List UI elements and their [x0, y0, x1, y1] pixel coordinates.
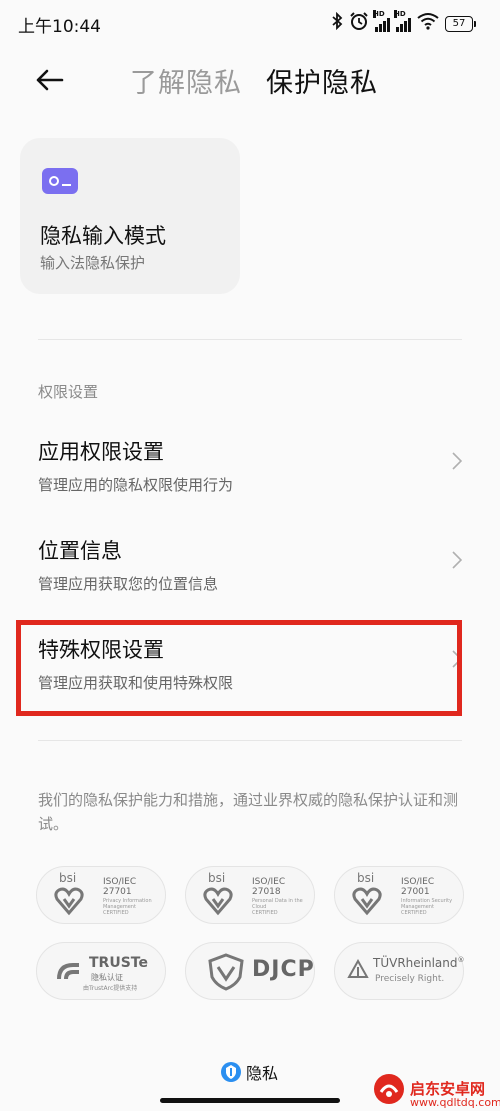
- kitemark-heart-icon: [54, 887, 84, 916]
- cert-badge-djcp: DJCP: [185, 942, 315, 1000]
- card-title: 隐私输入模式: [40, 224, 166, 248]
- truste-name: TRUSTe: [89, 955, 148, 971]
- wifi-icon: [417, 12, 439, 35]
- tuv-name: TÜVRheinland®: [373, 956, 465, 970]
- setting-item-location[interactable]: 位置信息 管理应用获取您的位置信息: [0, 535, 500, 625]
- watermark-url: www.qdltdq.com: [410, 1096, 500, 1109]
- cert-badge-iso27001: bsi ISO/IEC 27001 Information Security Ma…: [334, 866, 464, 924]
- tuv-tagline: Precisely Right.: [375, 974, 445, 984]
- bsi-logo: bsi: [357, 871, 375, 885]
- back-arrow-icon: [36, 69, 64, 91]
- certification-intro: 我们的隐私保护能力和措施，通过业界权威的隐私保护认证和测试。: [38, 791, 459, 833]
- bsi-logo: bsi: [59, 871, 77, 885]
- site-watermark: 启东安卓网 www.qdltdq.com: [372, 1072, 500, 1110]
- chevron-right-icon: [452, 452, 462, 470]
- iso-label: ISO/IEC 27001: [401, 877, 435, 897]
- status-bar: 上午10:44 HD HD 57: [0, 0, 500, 44]
- signal-hd-label: HD: [394, 9, 406, 18]
- cert-badge-tuv: TÜVRheinland® Precisely Right.: [334, 942, 465, 1000]
- bsi-logo: bsi: [208, 871, 226, 885]
- djcp-shield-icon: [208, 953, 244, 991]
- card-subtitle: 输入法隐私保护: [40, 254, 146, 272]
- iso-label: ISO/IEC 27018: [252, 877, 286, 897]
- setting-desc: 管理应用的隐私权限使用行为: [38, 476, 234, 494]
- signal-hd-label: HD: [373, 9, 385, 18]
- status-icons: HD HD 57: [331, 9, 476, 36]
- back-button[interactable]: [32, 62, 68, 98]
- divider: [38, 339, 462, 340]
- iso-label: ISO/IEC 27701: [103, 877, 137, 897]
- tab-protect-privacy[interactable]: 保护隐私: [266, 61, 378, 100]
- setting-title: 应用权限设置: [38, 440, 164, 464]
- section-label-permissions: 权限设置: [38, 383, 99, 401]
- cert-badge-truste: TRUSTe 隐私认证 由TrustArc提供支持: [36, 942, 166, 1000]
- truste-subtitle: 隐私认证: [91, 973, 123, 982]
- bluetooth-icon: [331, 11, 343, 35]
- home-indicator[interactable]: [160, 1098, 340, 1103]
- alarm-icon: [349, 11, 369, 36]
- setting-desc: 管理应用获取您的位置信息: [38, 575, 219, 593]
- truste-logo-icon: [57, 963, 79, 979]
- shield-icon: [221, 1062, 241, 1082]
- setting-item-app-permissions[interactable]: 应用权限设置 管理应用的隐私权限使用行为: [0, 436, 500, 526]
- truste-powered-by: 由TrustArc提供支持: [83, 985, 138, 992]
- kitemark-heart-icon: [203, 887, 233, 916]
- battery-icon: 57: [445, 15, 476, 32]
- iso-detail: Privacy Information Management CERTIFIED: [103, 898, 152, 916]
- cert-badge-iso27701: bsi ISO/IEC 27701 Privacy Information Man…: [36, 866, 166, 924]
- signal-icon: HD: [373, 9, 390, 32]
- watermark-logo-icon: [374, 1074, 404, 1104]
- iso-detail: Personal Data in the Cloud CERTIFIED: [252, 898, 303, 916]
- cert-badge-iso27018: bsi ISO/IEC 27018 Personal Data in the Cl…: [185, 866, 315, 924]
- kitemark-heart-icon: [352, 887, 382, 916]
- battery-level: 57: [445, 15, 473, 32]
- bottom-brand: 隐私: [220, 1060, 278, 1084]
- tuv-triangle-icon: [347, 959, 369, 978]
- iso-detail: Information Security Management CERTIFIED: [401, 898, 453, 916]
- tab-learn-privacy[interactable]: 了解隐私: [130, 61, 242, 100]
- highlight-annotation-box: [16, 620, 462, 716]
- bottom-brand-label: 隐私: [246, 1064, 279, 1083]
- signal-icon: HD: [394, 9, 411, 32]
- top-nav: 了解隐私 保护隐私: [0, 52, 500, 108]
- privacy-input-mode-card[interactable]: 隐私输入模式 输入法隐私保护: [20, 138, 240, 294]
- divider: [38, 740, 462, 741]
- status-time: 上午10:44: [18, 17, 101, 37]
- chevron-right-icon: [452, 551, 462, 569]
- setting-title: 位置信息: [38, 539, 122, 563]
- keyboard-lock-icon: [42, 168, 78, 194]
- djcp-name: DJCP: [252, 957, 315, 982]
